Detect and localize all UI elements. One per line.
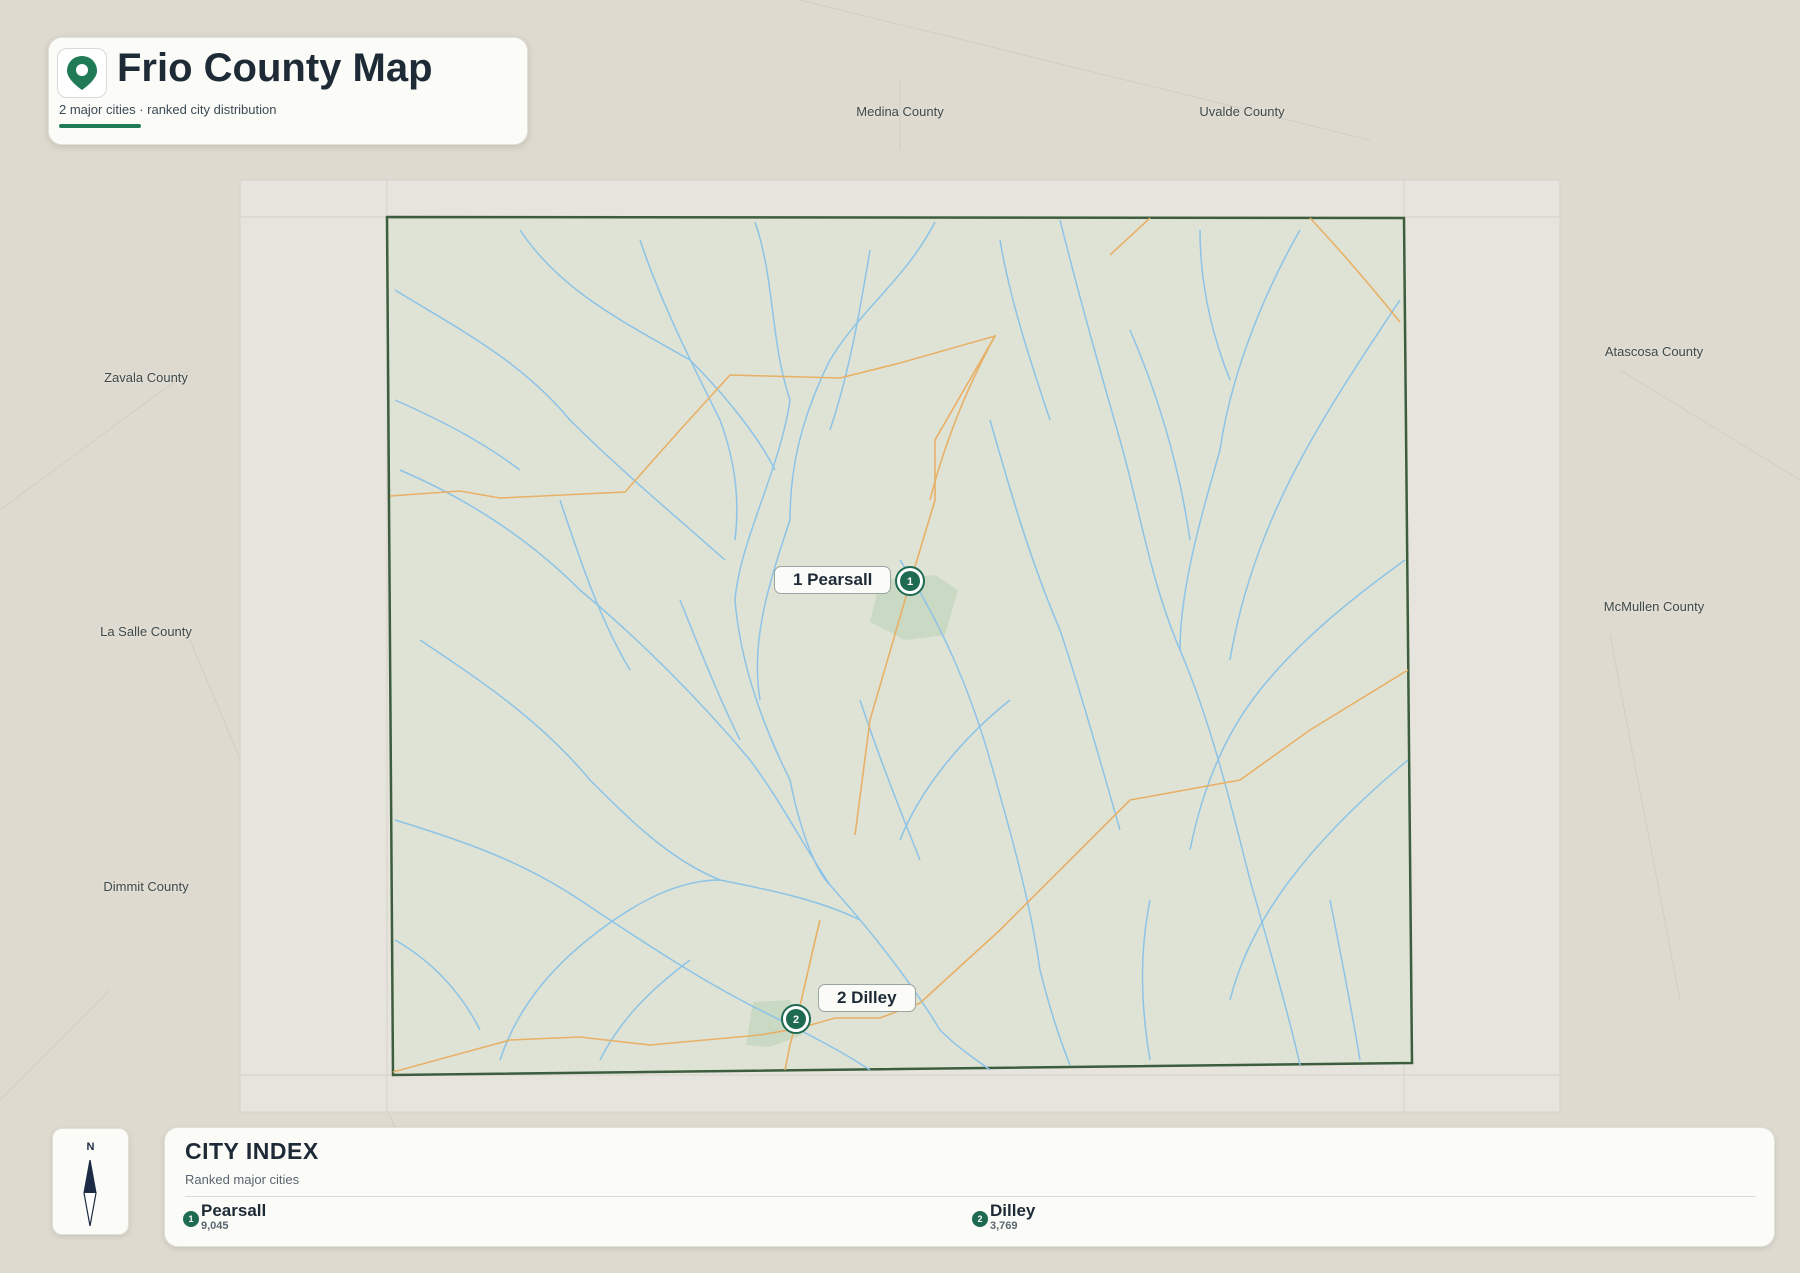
compass-needle-icon xyxy=(83,1160,97,1226)
county-map[interactable]: 1 2 xyxy=(0,0,1800,1273)
frio-county-boundary xyxy=(385,215,1414,1077)
county-label-medina: Medina County xyxy=(856,104,944,119)
city-index-title: CITY INDEX xyxy=(185,1138,319,1164)
county-label-la-salle: La Salle County xyxy=(100,624,192,639)
city-name: Pearsall xyxy=(201,1201,267,1220)
county-label-uvalde: Uvalde County xyxy=(1199,104,1285,119)
title-card: Frio County Map 2 major cities · ranked … xyxy=(48,37,528,145)
marker-rank: 2 xyxy=(793,1014,799,1026)
page-title: Frio County Map xyxy=(117,46,433,90)
map-pin-icon xyxy=(57,48,107,98)
city-population: 3,769 xyxy=(990,1220,1018,1232)
county-label-atascosa: Atascosa County xyxy=(1604,344,1704,359)
city-population: 9,045 xyxy=(201,1220,229,1232)
city-index-panel: CITY INDEX Ranked major cities 1 Pearsal… xyxy=(164,1127,1775,1247)
compass: N xyxy=(52,1128,129,1235)
city-name: Dilley xyxy=(990,1201,1036,1220)
city-label-pearsall[interactable]: 1 Pearsall xyxy=(774,566,892,594)
city-index-divider xyxy=(185,1196,1756,1197)
county-label-mcmullen: McMullen County xyxy=(1603,599,1705,614)
rank-badge: 2 xyxy=(972,1211,988,1227)
city-marker-dilley[interactable]: 2 xyxy=(781,1004,811,1034)
city-index-subtitle: Ranked major cities xyxy=(185,1172,300,1187)
marker-rank: 1 xyxy=(907,576,913,588)
title-accent-bar xyxy=(59,124,141,128)
county-label-dimmit: Dimmit County xyxy=(103,879,189,894)
page-subtitle: 2 major cities · ranked city distributio… xyxy=(59,102,277,117)
city-marker-pearsall[interactable]: 1 xyxy=(895,566,925,596)
compass-north-label: N xyxy=(86,1141,95,1153)
county-label-zavala: Zavala County xyxy=(104,370,188,385)
city-label-dilley[interactable]: 2 Dilley xyxy=(818,984,916,1012)
rank-badge: 1 xyxy=(183,1211,199,1227)
